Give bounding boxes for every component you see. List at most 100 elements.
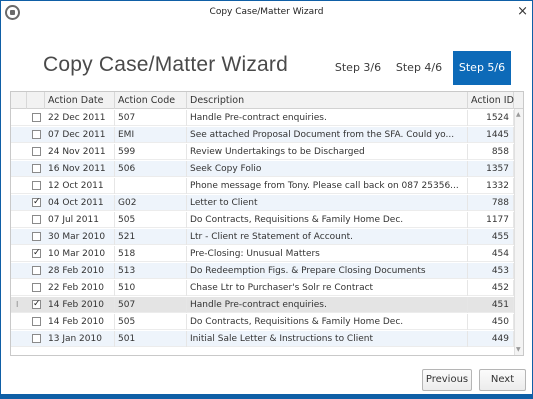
action-date-cell: 04 Oct 2011 [45, 195, 115, 211]
action-code-cell: 505 [115, 212, 187, 228]
select-column-header[interactable] [27, 92, 45, 109]
table-row[interactable]: 16 Nov 2011 506 Seek Copy Folio 1357 [11, 161, 514, 177]
action-date-cell: 22 Feb 2010 [45, 280, 115, 296]
action-date-cell: 30 Mar 2010 [45, 229, 115, 245]
page-title: Copy Case/Matter Wizard [43, 53, 289, 76]
column-header-action-code[interactable]: Action Code [115, 92, 187, 109]
wizard-window: Copy Case/Matter Wizard × Copy Case/Matt… [0, 0, 533, 399]
action-id-cell: 1524 [468, 110, 514, 126]
action-date-cell: 07 Jul 2011 [45, 212, 115, 228]
row-checkbox[interactable] [32, 164, 41, 173]
close-icon[interactable]: × [517, 4, 528, 20]
description-cell: See attached Proposal Document from the … [187, 127, 468, 143]
action-date-cell: 24 Nov 2011 [45, 144, 115, 160]
column-header-description[interactable]: Description [187, 92, 468, 109]
action-code-cell: 599 [115, 144, 187, 160]
description-cell: Review Undertakings to be Discharged [187, 144, 468, 160]
next-button[interactable]: Next [479, 369, 526, 391]
table-row[interactable]: 12 Oct 2011 Phone message from Tony. Plea… [11, 178, 514, 194]
action-id-cell: 455 [468, 229, 514, 245]
description-cell: Do Contracts, Requisitions & Family Home… [187, 314, 468, 330]
description-cell: Do Redeemption Figs. & Prepare Closing D… [187, 263, 468, 279]
row-checkbox[interactable] [32, 283, 41, 292]
action-id-cell: 450 [468, 314, 514, 330]
row-checkbox[interactable] [32, 130, 41, 139]
description-cell: Initial Sale Letter & Instructions to Cl… [187, 331, 468, 347]
table-row[interactable]: ✓ 04 Oct 2011 G02 Letter to Client 788 [11, 195, 514, 211]
action-date-cell: 10 Mar 2010 [45, 246, 115, 262]
action-id-cell: 1177 [468, 212, 514, 228]
window-title: Copy Case/Matter Wizard [209, 7, 324, 17]
action-code-cell: 521 [115, 229, 187, 245]
action-date-cell: 12 Oct 2011 [45, 178, 115, 194]
table-row[interactable]: 22 Dec 2011 507 Handle Pre-contract enquir… [11, 110, 514, 126]
action-code-cell: 507 [115, 110, 187, 126]
description-cell: Phone message from Tony. Please call bac… [187, 178, 468, 194]
action-code-cell: 505 [115, 314, 187, 330]
row-checkbox[interactable]: ✓ [32, 198, 41, 207]
table-row[interactable]: 07 Jul 2011 505 Do Contracts, Requisitions… [11, 212, 514, 228]
action-id-cell: 449 [468, 331, 514, 347]
row-checkbox[interactable]: ✓ [32, 249, 41, 258]
scroll-down-icon[interactable]: ▼ [516, 346, 521, 353]
grid-header: Action Date Action Code Description Acti… [11, 92, 523, 109]
table-row[interactable]: I ✓ 14 Feb 2010 507 Handle Pre-contract enqu… [11, 297, 514, 313]
description-cell: Chase Ltr to Purchaser's Solr re Contrac… [187, 280, 468, 296]
column-header-action-date[interactable]: Action Date [45, 92, 115, 109]
row-checkbox[interactable] [32, 266, 41, 275]
table-row[interactable]: 30 Mar 2010 521 Ltr - Client re Statement … [11, 229, 514, 245]
table-row[interactable]: 28 Feb 2010 513 Do Redeemption Figs. & Pre… [11, 263, 514, 279]
actions-grid: Action Date Action Code Description Acti… [10, 91, 524, 356]
step-4-tab[interactable]: Step 4/6 [391, 51, 447, 85]
description-cell: Do Contracts, Requisitions & Family Home… [187, 212, 468, 228]
action-id-cell: 452 [468, 280, 514, 296]
action-date-cell: 13 Jan 2010 [45, 331, 115, 347]
step-3-tab[interactable]: Step 3/6 [330, 51, 386, 85]
action-date-cell: 16 Nov 2011 [45, 161, 115, 177]
scroll-up-icon[interactable]: ▲ [516, 111, 521, 118]
action-id-cell: 454 [468, 246, 514, 262]
row-checkbox[interactable] [32, 232, 41, 241]
action-code-cell: 501 [115, 331, 187, 347]
action-code-cell: 506 [115, 161, 187, 177]
description-cell: Ltr - Client re Statement of Account. [187, 229, 468, 245]
table-row[interactable]: 07 Dec 2011 EMI See attached Proposal Docu… [11, 127, 514, 143]
description-cell: Handle Pre-contract enquiries. [187, 297, 468, 313]
window-bottom-border [1, 394, 532, 398]
action-code-cell: 513 [115, 263, 187, 279]
action-id-cell: 1332 [468, 178, 514, 194]
table-row[interactable]: 14 Feb 2010 505 Do Contracts, Requisitions… [11, 314, 514, 330]
action-code-cell: 507 [115, 297, 187, 313]
column-header-action-id[interactable]: Action ID [468, 92, 514, 109]
row-checkbox[interactable] [32, 147, 41, 156]
action-code-cell: G02 [115, 195, 187, 211]
table-row[interactable]: 13 Jan 2010 501 Initial Sale Letter & Inst… [11, 331, 514, 347]
vertical-scrollbar[interactable]: ▲ ▼ [514, 109, 523, 355]
row-indicator-header [11, 92, 27, 109]
action-date-cell: 28 Feb 2010 [45, 263, 115, 279]
row-checkbox[interactable]: ✓ [32, 300, 41, 309]
action-id-cell: 453 [468, 263, 514, 279]
table-row[interactable]: 22 Feb 2010 510 Chase Ltr to Purchaser's S… [11, 280, 514, 296]
description-cell: Pre-Closing: Unusual Matters [187, 246, 468, 262]
previous-button[interactable]: Previous [422, 369, 472, 391]
description-cell: Seek Copy Folio [187, 161, 468, 177]
row-indicator: I [16, 300, 19, 309]
row-checkbox[interactable] [32, 317, 41, 326]
action-code-cell [115, 178, 187, 194]
step-5-tab-active[interactable]: Step 5/6 [453, 51, 511, 85]
action-id-cell: 858 [468, 144, 514, 160]
action-date-cell: 14 Feb 2010 [45, 314, 115, 330]
row-checkbox[interactable] [32, 334, 41, 343]
action-id-cell: 1445 [468, 127, 514, 143]
action-id-cell: 451 [468, 297, 514, 313]
row-checkbox[interactable] [32, 113, 41, 122]
action-code-cell: 510 [115, 280, 187, 296]
action-date-cell: 22 Dec 2011 [45, 110, 115, 126]
action-code-cell: EMI [115, 127, 187, 143]
row-checkbox[interactable] [32, 215, 41, 224]
description-cell: Letter to Client [187, 195, 468, 211]
table-row[interactable]: ✓ 10 Mar 2010 518 Pre-Closing: Unusual Matt… [11, 246, 514, 262]
table-row[interactable]: 24 Nov 2011 599 Review Undertakings to be … [11, 144, 514, 160]
row-checkbox[interactable] [32, 181, 41, 190]
